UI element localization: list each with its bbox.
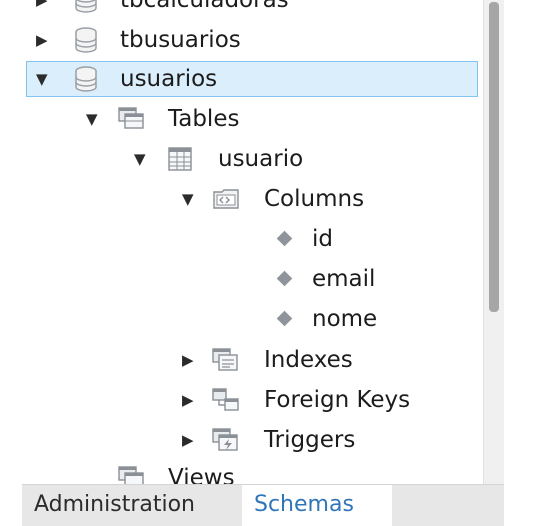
tree-item-label: email — [312, 266, 376, 292]
database-icon — [75, 66, 97, 92]
tree-item-column-email[interactable]: email — [22, 261, 483, 297]
tree-item-columns-folder[interactable]: Columns — [22, 181, 483, 217]
tree-item-label: nome — [312, 306, 378, 332]
tree-item-tables-folder[interactable]: Tables — [22, 101, 483, 137]
foreign-keys-folder-icon — [212, 388, 239, 411]
tab-administration[interactable]: Administration — [22, 485, 242, 526]
expand-arrow-icon[interactable] — [36, 0, 54, 9]
collapse-arrow-icon[interactable] — [134, 150, 152, 168]
vertical-scrollbar[interactable] — [483, 0, 504, 484]
columns-folder-icon — [213, 189, 239, 209]
column-icon — [276, 270, 293, 287]
tree-item-triggers-folder[interactable]: Triggers — [22, 422, 483, 458]
triggers-folder-icon — [212, 428, 238, 451]
tree-item-label: Foreign Keys — [264, 387, 411, 413]
navigator-tab-bar: Administration Schemas — [22, 484, 504, 526]
schema-tree: tbcalculadoras tbusuarios usuarios — [22, 0, 483, 484]
expand-arrow-icon[interactable] — [182, 431, 200, 449]
tree-item-label: Tables — [168, 106, 240, 132]
tree-item-label: Views — [168, 465, 235, 484]
column-icon — [276, 230, 293, 247]
tables-folder-icon — [118, 107, 144, 129]
tree-item-label: Columns — [264, 186, 365, 212]
collapse-arrow-icon[interactable] — [36, 70, 54, 88]
column-icon — [276, 310, 293, 327]
indexes-folder-icon — [212, 348, 238, 371]
collapse-arrow-icon[interactable] — [182, 190, 200, 208]
database-icon — [75, 0, 97, 13]
tree-item-database-tbcalculadoras[interactable]: tbcalculadoras — [22, 0, 483, 18]
tree-item-label: id — [312, 226, 333, 252]
expand-arrow-icon[interactable] — [182, 391, 200, 409]
views-folder-icon — [118, 466, 144, 484]
tree-item-database-usuarios[interactable]: usuarios — [22, 61, 483, 97]
tree-item-database-tbusuarios[interactable]: tbusuarios — [22, 22, 483, 58]
tree-item-label: Triggers — [264, 427, 356, 453]
expand-arrow-icon[interactable] — [182, 351, 200, 369]
expand-arrow-icon[interactable] — [36, 31, 54, 49]
tree-item-views-folder[interactable]: Views — [22, 460, 483, 484]
tree-item-label: tbcalculadoras — [120, 0, 289, 13]
tree-item-indexes-folder[interactable]: Indexes — [22, 342, 483, 378]
tree-item-label: tbusuarios — [120, 27, 241, 53]
scrollbar-thumb[interactable] — [489, 2, 499, 312]
tab-schemas[interactable]: Schemas — [242, 485, 392, 526]
table-icon — [168, 147, 192, 171]
tree-item-table-usuario[interactable]: usuario — [22, 141, 483, 177]
tree-item-label: usuarios — [120, 66, 218, 92]
tree-item-column-id[interactable]: id — [22, 221, 483, 257]
tree-item-foreign-keys-folder[interactable]: Foreign Keys — [22, 382, 483, 418]
collapse-arrow-icon[interactable] — [86, 110, 104, 128]
tree-item-column-nome[interactable]: nome — [22, 301, 483, 337]
database-icon — [75, 27, 97, 53]
tree-item-label: usuario — [218, 146, 304, 172]
navigator-panel: tbcalculadoras tbusuarios usuarios — [22, 0, 504, 526]
tree-item-label: Indexes — [264, 347, 353, 373]
